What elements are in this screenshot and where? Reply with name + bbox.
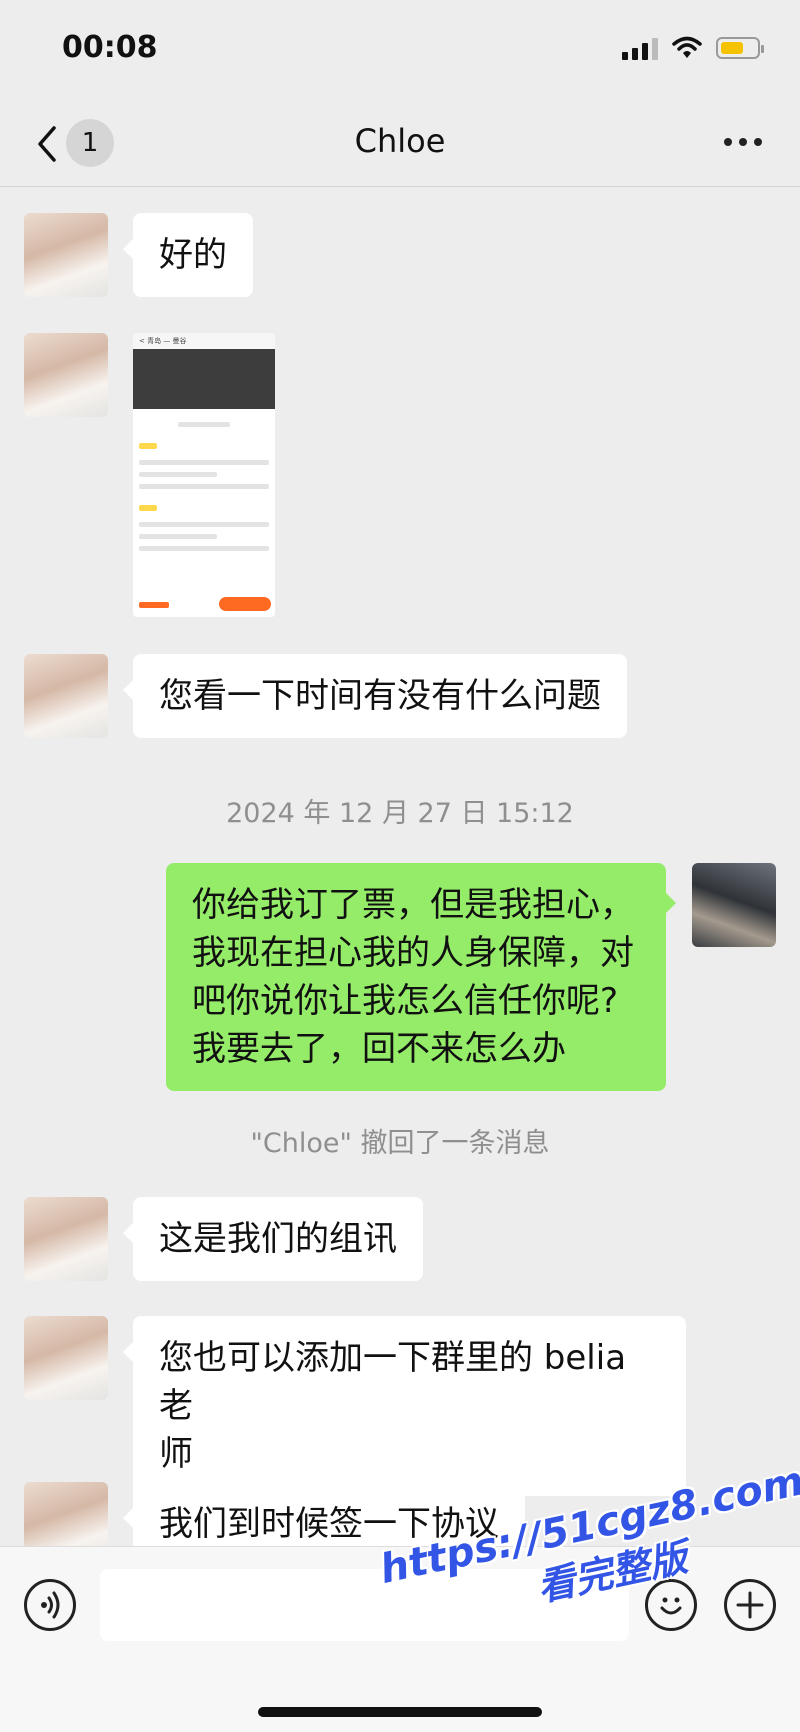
message-bubble[interactable]: 您看一下时间有没有什么问题 <box>123 654 627 738</box>
message-bubble[interactable]: 好的 <box>123 213 253 297</box>
message-bubble[interactable]: 您也可以添加一下群里的 belia 老 师 <box>123 1316 686 1496</box>
message-line: 师 <box>159 1434 193 1474</box>
cellular-signal-icon <box>622 36 658 60</box>
contact-avatar[interactable] <box>24 1316 108 1400</box>
status-icons <box>622 36 764 60</box>
more-dots-icon[interactable] <box>724 138 762 146</box>
battery-level <box>721 42 744 54</box>
voice-icon[interactable] <box>24 1579 76 1631</box>
message-line: 吧你说你让我怎么信任你呢? <box>192 981 619 1021</box>
message-text: 您看一下时间有没有什么问题 <box>159 676 601 716</box>
battery-icon <box>716 37 764 59</box>
message-text: 好的 <box>159 235 227 275</box>
plus-icon[interactable] <box>724 1579 776 1631</box>
recall-notice: "Chloe" 撤回了一条消息 <box>250 1128 550 1159</box>
my-avatar[interactable] <box>692 863 776 947</box>
contact-avatar[interactable] <box>24 1197 108 1281</box>
contact-avatar[interactable] <box>24 333 108 417</box>
message-line: 您也可以添加一下群里的 belia 老 <box>159 1338 627 1426</box>
image-message[interactable]: < 青岛 — 曼谷 <box>133 333 275 617</box>
message-bubble[interactable]: 这是我们的组讯 <box>123 1197 423 1281</box>
image-header-text: < 青岛 — 曼谷 <box>133 333 275 349</box>
contact-avatar[interactable] <box>24 654 108 738</box>
wifi-icon <box>672 36 702 58</box>
message-line: 我要去了，回不来怎么办 <box>192 1029 566 1069</box>
home-indicator[interactable] <box>258 1707 542 1717</box>
message-timestamp: 2024 年 12 月 27 日 15:12 <box>226 798 574 829</box>
chat-header: 1 Chloe <box>0 100 800 187</box>
message-text: 这是我们的组讯 <box>159 1219 397 1259</box>
message-line: 你给我订了票，但是我担心， <box>192 885 634 925</box>
message-line: 我现在担心我的人身保障，对 <box>192 933 634 973</box>
chat-title: Chloe <box>354 122 446 160</box>
status-time: 00:08 <box>62 30 158 65</box>
status-bar: 00:08 <box>0 0 800 100</box>
contact-avatar[interactable] <box>24 213 108 297</box>
my-message-bubble[interactable]: 你给我订了票，但是我担心， 我现在担心我的人身保障，对 吧你说你让我怎么信任你呢… <box>166 863 676 1091</box>
